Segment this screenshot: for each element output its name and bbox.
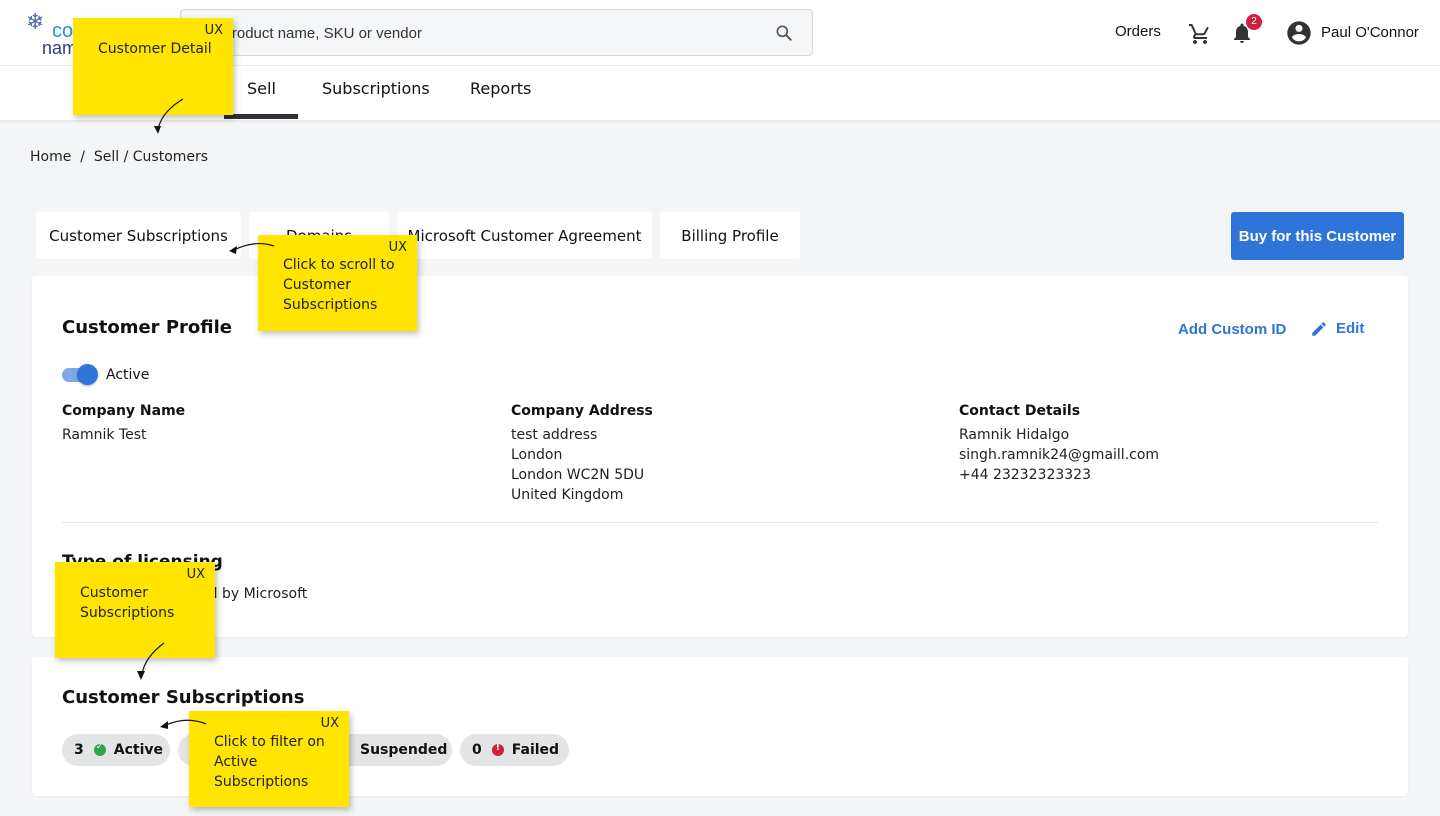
- address-line: United Kingdom: [511, 487, 624, 503]
- section-tab-customer-subscriptions[interactable]: Customer Subscriptions: [36, 212, 241, 259]
- ux-tag: UX: [204, 23, 223, 38]
- ux-note-scroll: UX Click to scroll to Customer Subscript…: [258, 235, 417, 331]
- check-circle-icon: [93, 742, 106, 756]
- note-arrow-icon: [137, 642, 165, 680]
- cart-icon[interactable]: [1188, 22, 1212, 46]
- ux-note-filter: UX Click to filter on Active Subscriptio…: [189, 711, 349, 807]
- note-arrow-icon: [229, 243, 275, 254]
- tab-sell[interactable]: Sell: [247, 79, 276, 98]
- contact-details-label: Contact Details: [959, 403, 1081, 419]
- address-line: test address: [511, 427, 598, 443]
- orders-link[interactable]: Orders: [1115, 23, 1161, 40]
- note-text: Click to scroll to Customer Subscription…: [283, 257, 395, 313]
- failed-label: Failed: [511, 742, 560, 758]
- filter-failed[interactable]: 0 Failed: [460, 734, 569, 766]
- company-address-label: Company Address: [511, 403, 653, 419]
- logo-text-2: nam: [42, 38, 78, 58]
- contact-line: +44 23232323323: [959, 467, 1091, 483]
- note-text: Customer Detail: [98, 41, 212, 57]
- failed-count: 0: [472, 742, 482, 758]
- snowflake-logo-icon: ❄: [26, 10, 45, 35]
- add-custom-id-link[interactable]: Add Custom ID: [1178, 321, 1286, 338]
- address-line: London WC2N 5DU: [511, 467, 645, 483]
- search-input[interactable]: [191, 20, 751, 46]
- notification-badge: 2: [1246, 14, 1262, 30]
- customer-profile-card: Customer Profile Add Custom ID Edit Acti…: [32, 276, 1408, 637]
- active-label: Active: [113, 742, 163, 758]
- filter-active[interactable]: 3 Active: [62, 734, 170, 766]
- error-icon: [491, 743, 504, 756]
- active-status-label: Active: [106, 367, 150, 383]
- search-icon[interactable]: [774, 23, 794, 43]
- breadcrumb[interactable]: Home / Sell / Customers: [30, 149, 208, 165]
- address-line: London: [511, 447, 563, 463]
- customer-subscriptions-title: Customer Subscriptions: [62, 687, 305, 708]
- divider: [62, 522, 1378, 523]
- tab-subscriptions[interactable]: Subscriptions: [322, 79, 430, 98]
- buy-for-customer-button[interactable]: Buy for this Customer: [1231, 212, 1404, 260]
- note-arrow-icon: [154, 98, 184, 134]
- tab-reports[interactable]: Reports: [470, 79, 531, 98]
- ux-tag: UX: [186, 567, 205, 582]
- note-text: Customer Subscriptions: [80, 585, 175, 621]
- edit-link[interactable]: Edit: [1336, 320, 1364, 337]
- user-avatar-icon[interactable]: [1285, 19, 1313, 47]
- ux-tag: UX: [320, 716, 339, 731]
- section-tab-microsoft-customer-agreement[interactable]: Microsoft Customer Agreement: [397, 212, 652, 259]
- note-arrow-icon: [160, 719, 207, 729]
- contact-line: singh.ramnik24@gmaill.com: [959, 447, 1160, 463]
- section-tab-billing-profile[interactable]: Billing Profile: [660, 212, 800, 259]
- active-tab-indicator: [224, 114, 298, 119]
- note-text: Click to filter on Active Subscriptions: [214, 734, 325, 790]
- contact-line: Ramnik Hidalgo: [959, 427, 1070, 443]
- user-name[interactable]: Paul O'Connor: [1321, 24, 1419, 41]
- suspended-label: Suspended: [360, 742, 448, 758]
- toggle-knob: [77, 364, 98, 385]
- active-toggle[interactable]: [62, 364, 98, 385]
- customer-profile-title: Customer Profile: [62, 317, 232, 338]
- company-name-label: Company Name: [62, 403, 186, 419]
- edit-pencil-icon[interactable]: [1310, 320, 1328, 338]
- licensing-value: ed by Microsoft: [200, 586, 308, 602]
- company-name-value: Ramnik Test: [62, 427, 147, 443]
- search-box: [180, 9, 813, 56]
- active-count: 3: [74, 742, 84, 758]
